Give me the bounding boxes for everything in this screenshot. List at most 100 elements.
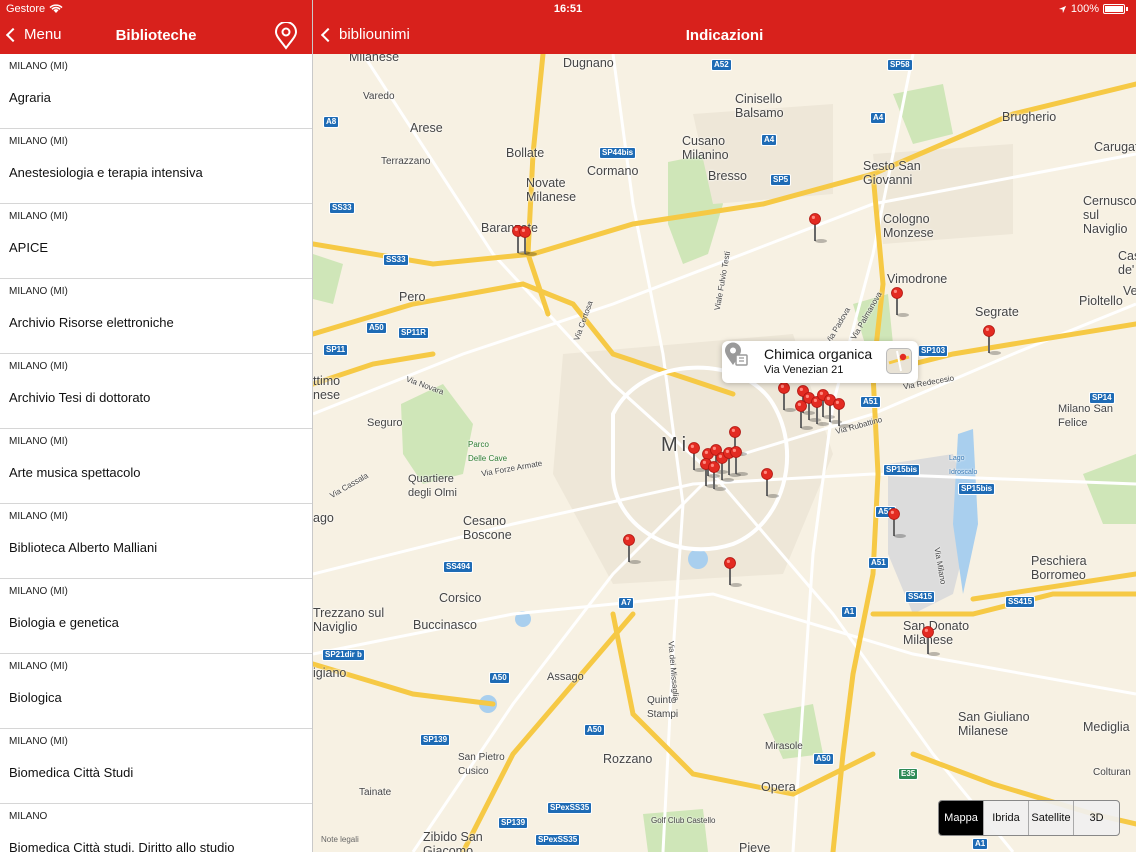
library-city: MILANO (MI) [9,436,68,447]
road-badge: SS494 [443,561,474,573]
place-label: Novate Milanese [526,176,577,204]
list-item[interactable]: MILANO (MI) Biomedica Città Studi [0,729,312,804]
place-label: Parco Delle Cave [468,440,508,463]
road-badge: SP11 [323,344,349,356]
library-city: MILANO (MI) [9,211,68,222]
library-name: Arte musica spettacolo [9,465,141,480]
library-name: Biologica [9,690,62,705]
place-label: Peschiera Borromeo [1031,554,1087,582]
map-type-standard[interactable]: Mappa [939,801,984,835]
road-badge: SP44bis [599,147,637,159]
place-label: Colturan [1093,767,1131,778]
road-badge: SP139 [420,734,451,746]
callout-title: Chimica organica [764,346,873,362]
road-badge: A51 [868,557,889,569]
map-type-3d[interactable]: 3D [1074,801,1119,835]
place-label: igiano [313,666,347,680]
selected-library-callout[interactable]: Chimica organica Via Venezian 21 [722,341,918,383]
place-label: Cinisello Balsamo [735,92,784,120]
place-label: Bresso [708,169,747,183]
road-badge: SP15bis [958,483,996,495]
library-city: MILANO (MI) [9,286,68,297]
road-badge: A1 [972,838,989,850]
place-label: Golf Club Castello [651,816,716,825]
library-city: MILANO (MI) [9,361,68,372]
road-badge: A1 [841,606,858,618]
place-label: Arese [410,121,443,135]
library-name: Biomedica Città Studi [9,765,134,780]
map-view[interactable]: Milanese Dugnano Varedo Cinisello Balsam… [313,54,1136,852]
road-badge: A50 [366,322,387,334]
status-right: 100% [1058,3,1128,15]
place-label: ttimo nese [313,374,341,402]
library-city: MILANO (MI) [9,586,68,597]
map-type-segmented-control[interactable]: Mappa Ibrida Satellite 3D [938,800,1120,836]
directions-map-button[interactable] [886,348,912,374]
place-label: San Pietro Cusico [458,752,505,777]
library-city: MILANO (MI) [9,136,68,147]
map-pin-button[interactable] [274,21,298,50]
location-pin-icon [274,21,298,50]
place-label: Milano San Felice [1058,403,1114,429]
legal-notes-link[interactable]: Note legali [321,835,359,844]
place-label: San Donato Milanese [903,619,970,647]
library-list[interactable]: MILANO (MI) Agraria MILANO (MI) Anestesiol… [0,54,312,852]
list-item[interactable]: MILANO (MI) Arte musica spettacolo [0,429,312,504]
road-badge: SS415 [1005,596,1036,608]
place-label: Tainate [359,787,392,798]
list-item[interactable]: MILANO (MI) APICE [0,204,312,279]
library-name: Biologia e genetica [9,615,119,630]
place-label: Cas de' [1118,249,1136,277]
road-badge: A8 [323,116,340,128]
place-label: Assago [547,671,584,683]
place-label: Bollate [506,146,545,160]
place-label: Vimodrone [887,272,948,286]
library-name: APICE [9,240,49,255]
place-label: ago [313,511,334,525]
place-label: Varedo [363,91,395,102]
map-type-hybrid[interactable]: Ibrida [984,801,1029,835]
library-name: Agraria [9,90,51,105]
place-label: Opera [761,780,796,794]
road-badge: SS33 [329,202,355,214]
road-badge: SP5 [770,174,792,186]
place-label: Brugherio [1002,110,1057,124]
list-item[interactable]: MILANO (MI) Anestesiologia e terapia inte… [0,129,312,204]
battery-tip [1126,7,1128,11]
list-item[interactable]: MILANO (MI) Biologia e genetica [0,579,312,654]
place-label: San Giuliano Milanese [958,710,1030,738]
place-label: Seguro [367,417,403,429]
list-item[interactable]: MILANO (MI) Biologica [0,654,312,729]
place-label: Cologno Monzese [883,212,934,240]
road-badge: A4 [761,134,778,146]
place-label: Corsico [439,591,482,605]
list-item[interactable]: MILANO (MI) Archivio Tesi di dottorato [0,354,312,429]
road-badge: SS415 [905,591,936,603]
place-label: Milanese [349,54,400,64]
right-nav-bar: bibliounimi Indicazioni [313,20,1136,54]
road-badge: SP139 [498,817,529,829]
road-badge: SPexSS35 [547,802,593,814]
place-label: Buccinasco [413,618,477,632]
road-badge: SP103 [918,345,949,357]
list-item[interactable]: MILANO (MI) Agraria [0,54,312,129]
road-badge: SP15bis [883,464,921,476]
place-label: Terrazzano [381,156,431,167]
road-badge: A50 [489,672,510,684]
place-label: Pioltello [1079,294,1123,308]
place-label: Pieve [739,841,771,852]
library-city: MILANO (MI) [9,511,68,522]
callout-address: Via Venezian 21 [764,364,844,376]
list-item[interactable]: MILANO (MI) Archivio Risorse elettroniche [0,279,312,354]
place-label: Cusano Milanino [682,134,729,162]
library-name: Archivio Risorse elettroniche [9,315,174,330]
map-type-satellite[interactable]: Satellite [1029,801,1074,835]
list-item[interactable]: MILANO Biomedica Città studi. Diritto all… [0,804,312,852]
directions-title: Indicazioni [685,27,764,44]
road-badge: SP11R [398,327,429,339]
road-badge: SP58 [887,59,913,71]
place-label: Trezzano sul Naviglio [313,606,385,634]
top-bar: Gestore 16:51 100% Menu Biblioteche bibl… [0,0,1136,54]
road-badge: A7 [618,597,635,609]
list-item[interactable]: MILANO (MI) Biblioteca Alberto Malliani [0,504,312,579]
